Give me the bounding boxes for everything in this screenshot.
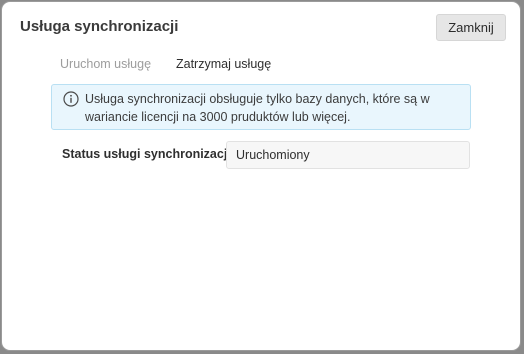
stop-service-button[interactable]: Zatrzymaj usługę <box>176 57 271 71</box>
sync-status-field[interactable] <box>226 141 470 169</box>
sync-service-dialog: Usługa synchronizacji Zamknij Uruchom us… <box>1 1 521 351</box>
close-button[interactable]: Zamknij <box>436 14 506 41</box>
info-circle-icon <box>63 91 79 107</box>
dialog-title: Usługa synchronizacji <box>20 18 179 35</box>
info-message-line-2: wariancie licencji na 3000 pruduktów lub… <box>85 110 351 124</box>
info-box: Usługa synchronizacji obsługuje tylko ba… <box>51 84 471 130</box>
start-service-button: Uruchom usługę <box>60 57 152 71</box>
sync-status-label: Status usługi synchronizacji <box>62 147 231 161</box>
info-message-line-1: Usługa synchronizacji obsługuje tylko ba… <box>85 92 430 106</box>
info-message: Usługa synchronizacji obsługuje tylko ba… <box>85 90 465 126</box>
